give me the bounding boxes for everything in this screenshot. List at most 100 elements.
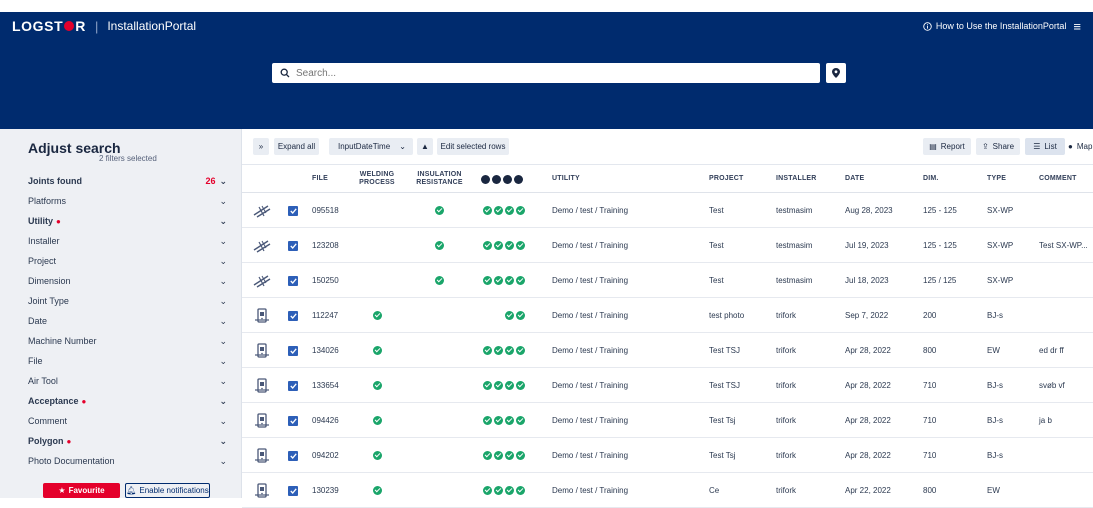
filter-project[interactable]: Project ⌄ — [28, 251, 227, 271]
map-view-button[interactable]: ● Map — [1068, 138, 1093, 155]
share-label: Share — [992, 142, 1015, 151]
list-view-button[interactable]: ☰ List — [1025, 138, 1065, 155]
row-select-checkbox[interactable] — [288, 381, 298, 391]
column-comment[interactable]: COMMENT — [1039, 165, 1077, 193]
check-circle-icon — [372, 381, 382, 390]
favourite-button[interactable]: ★ Favourite — [43, 483, 120, 498]
sort-direction-button[interactable]: ▲ — [417, 138, 433, 155]
column-utility[interactable]: UTILITY — [552, 165, 580, 193]
logstor-logo[interactable]: LOGST R — [12, 18, 86, 34]
column-installer[interactable]: INSTALLER — [776, 165, 817, 193]
table-row[interactable]: 133654 Demo / test / Training Test TSJ trif… — [242, 368, 1093, 403]
table-row[interactable]: 095518 Demo / test / Training Test testmasi… — [242, 193, 1093, 228]
column-type[interactable]: TYPE — [987, 165, 1006, 193]
enable-notifications-button[interactable]: 🔔︎ Enable notifications — [125, 483, 210, 498]
check-circle-icon — [516, 381, 525, 390]
search-input[interactable] — [296, 67, 796, 79]
row-select-checkbox[interactable] — [288, 206, 298, 216]
table-row[interactable]: 112247 Demo / test / Training test photo tr… — [242, 298, 1093, 333]
machine-icon[interactable] — [253, 308, 271, 324]
machine-icon[interactable] — [253, 343, 271, 359]
info-icon — [923, 21, 932, 31]
filter-comment[interactable]: Comment ⌄ — [28, 411, 227, 431]
row-select-checkbox[interactable] — [288, 486, 298, 496]
machine-icon[interactable] — [253, 483, 271, 499]
cell-dim: 200 — [923, 311, 937, 320]
filter-utility[interactable]: Utility ● ⌄ — [28, 211, 227, 231]
table-row[interactable]: 150250 Demo / test / Training Test testmasi… — [242, 263, 1093, 298]
report-button[interactable]: ▤ Report — [923, 138, 971, 155]
map-pin-button[interactable] — [826, 63, 846, 83]
cell-file: 150250 — [312, 276, 339, 285]
cell-dim: 125 / 125 — [923, 276, 957, 285]
check-circle-icon — [505, 241, 514, 250]
column-date[interactable]: DATE — [845, 165, 864, 193]
filter-label: Air Tool — [28, 376, 58, 386]
joints-found-row[interactable]: Joints found 26 ⌄ — [28, 171, 227, 191]
machine-icon[interactable] — [253, 378, 271, 394]
filter-acceptance[interactable]: Acceptance ● ⌄ — [28, 391, 227, 411]
machine-icon[interactable] — [253, 413, 271, 429]
machine-icon[interactable] — [253, 448, 271, 464]
filter-date[interactable]: Date ⌄ — [28, 311, 227, 331]
pipe-joint-icon[interactable] — [253, 238, 271, 254]
table-row[interactable]: 123208 Demo / test / Training Test testmasi… — [242, 228, 1093, 263]
collapse-button[interactable]: » — [253, 138, 269, 155]
pipe-joint-icon[interactable] — [253, 203, 271, 219]
filter-machine-number[interactable]: Machine Number ⌄ — [28, 331, 227, 351]
cell-project: Test Tsj — [709, 451, 736, 460]
filter-label: Utility — [28, 216, 54, 226]
chevron-down-icon: ⌄ — [219, 375, 227, 386]
row-select-checkbox[interactable] — [288, 416, 298, 426]
column-file[interactable]: FILE — [312, 165, 328, 193]
cell-welding-process — [352, 438, 402, 473]
sort-field-select[interactable]: InputDateTime ⌄ — [329, 138, 413, 155]
check-circle-icon — [494, 486, 503, 495]
list-label: List — [1044, 142, 1057, 151]
row-select-checkbox[interactable] — [288, 311, 298, 321]
row-select-checkbox[interactable] — [288, 241, 298, 251]
expand-all-button[interactable]: Expand all — [274, 138, 319, 155]
filter-photo-documentation[interactable]: Photo Documentation ⌄ — [28, 451, 227, 471]
checklist-status-icon — [481, 174, 490, 184]
edit-selected-rows-button[interactable]: Edit selected rows — [437, 138, 509, 155]
table-row[interactable]: 094426 Demo / test / Training Test Tsj trif… — [242, 403, 1093, 438]
pipe-joint-icon[interactable] — [253, 273, 271, 289]
filter-file[interactable]: File ⌄ — [28, 351, 227, 371]
row-select-checkbox[interactable] — [288, 276, 298, 286]
column-welding-process[interactable]: WELDING PROCESS — [352, 165, 402, 193]
filter-polygon[interactable]: Polygon ● ⌄ — [28, 431, 227, 451]
row-select-checkbox[interactable] — [288, 346, 298, 356]
required-dot-icon: ● — [81, 396, 87, 406]
search-box[interactable] — [272, 63, 820, 83]
list-icon: ☰ — [1033, 142, 1041, 151]
chevron-down-icon: ⌄ — [219, 295, 227, 306]
table-row[interactable]: 094202 Demo / test / Training Test Tsj trif… — [242, 438, 1093, 473]
cell-welding-process — [352, 193, 402, 228]
column-dim[interactable]: DIM. — [923, 165, 939, 193]
required-dot-icon: ● — [66, 436, 72, 446]
cell-installer: testmasim — [776, 276, 813, 285]
check-circle-icon — [494, 381, 503, 390]
required-dot-icon: ● — [56, 216, 61, 226]
filter-installer[interactable]: Installer ⌄ — [28, 231, 227, 251]
filter-platforms[interactable]: Platforms ⌄ — [28, 191, 227, 211]
table-row[interactable]: 134026 Demo / test / Training Test TSJ trif… — [242, 333, 1093, 368]
logo-dot-icon — [64, 21, 75, 31]
check-circle-icon — [372, 311, 382, 320]
share-button[interactable]: ⇪ Share — [976, 138, 1020, 155]
chevron-down-icon: ⌄ — [219, 335, 227, 346]
filter-joint-type[interactable]: Joint Type ⌄ — [28, 291, 227, 311]
column-insulation-resistance[interactable]: INSULATION RESISTANCE — [412, 165, 467, 193]
filter-air-tool[interactable]: Air Tool ⌄ — [28, 371, 227, 391]
check-circle-icon — [516, 241, 525, 250]
filter-dimension[interactable]: Dimension ⌄ — [28, 271, 227, 291]
cell-welding-process — [352, 228, 402, 263]
column-status-icons[interactable] — [479, 165, 523, 193]
column-project[interactable]: PROJECT — [709, 165, 743, 193]
table-row[interactable]: 130239 Demo / test / Training Ce trifork Apr… — [242, 473, 1093, 508]
help-link[interactable]: How to Use the InstallationPortal — [923, 21, 1066, 31]
hamburger-menu-icon[interactable]: ≡ — [1073, 19, 1081, 34]
row-select-checkbox[interactable] — [288, 451, 298, 461]
cell-date: Aug 28, 2023 — [845, 206, 893, 215]
